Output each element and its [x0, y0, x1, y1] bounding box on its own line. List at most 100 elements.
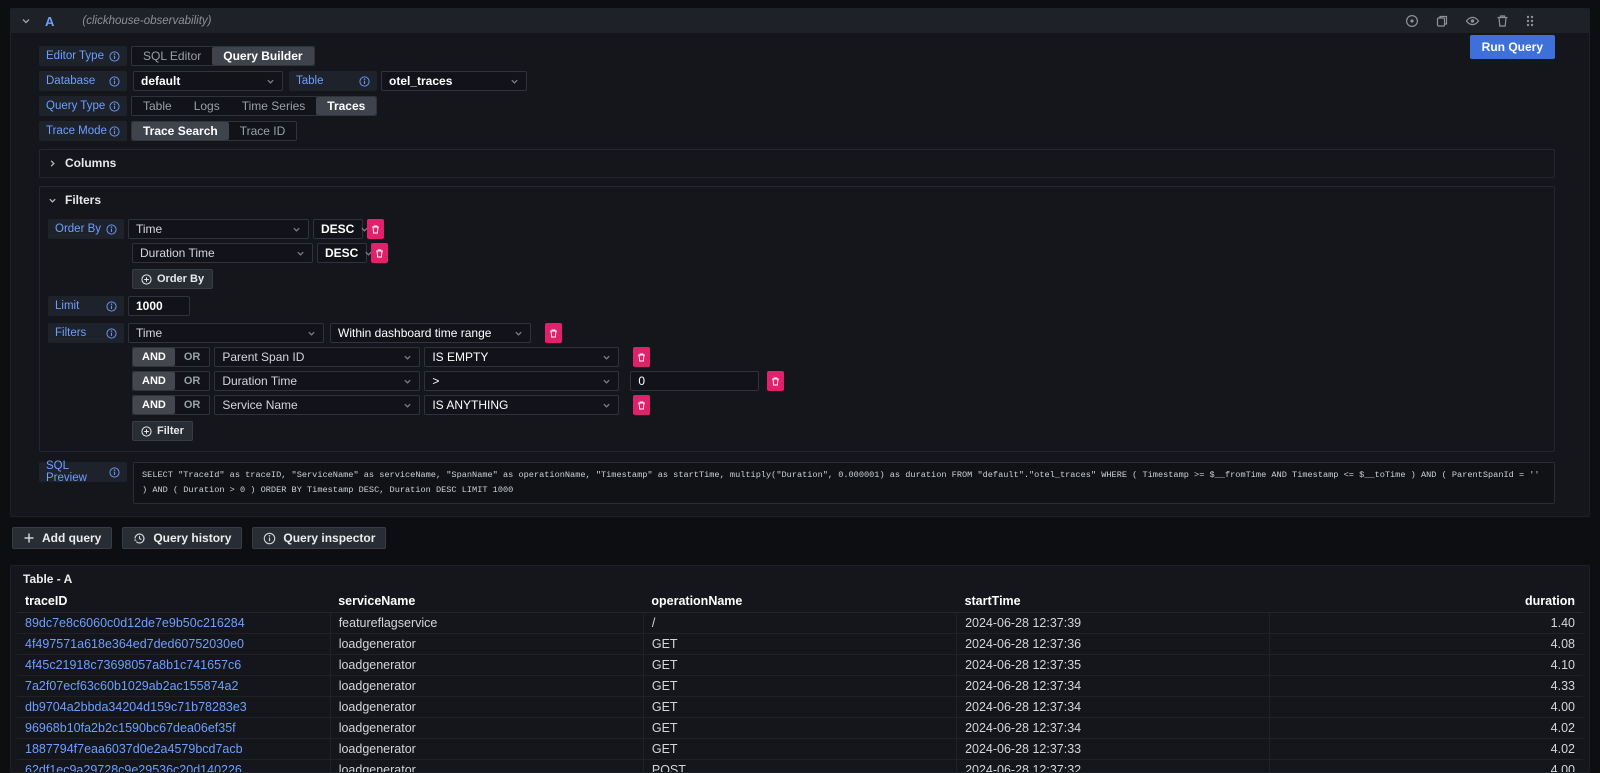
chevron-down-icon	[292, 225, 301, 234]
bool-and[interactable]: AND	[133, 372, 175, 390]
chevron-down-icon	[403, 377, 412, 386]
duration-cell: 1.40	[1270, 613, 1583, 634]
start-time-cell: 2024-06-28 12:37:36	[957, 634, 1270, 655]
filter-field-select[interactable]: Time	[128, 323, 324, 343]
table-panel-title[interactable]: Table - A	[11, 566, 1589, 592]
bool-or[interactable]: OR	[175, 372, 210, 390]
query-inspector-button[interactable]: Query inspector	[252, 527, 386, 549]
info-circle-icon[interactable]	[109, 51, 120, 62]
editor-type-sql-editor[interactable]: SQL Editor	[132, 47, 212, 65]
chevron-down-icon	[602, 377, 611, 386]
trace-id-link[interactable]: db9704a2bbda34204d159c71b78283e3	[17, 697, 330, 718]
operation-name-cell: /	[643, 613, 956, 634]
columns-section-header[interactable]: Columns	[48, 154, 1546, 172]
chevron-down-icon	[48, 196, 57, 205]
delete-filter-button[interactable]	[633, 347, 650, 367]
bool-or[interactable]: OR	[175, 396, 210, 414]
filter-operator-select[interactable]: Within dashboard time range	[330, 323, 531, 343]
order-by-row-1: Order By Time DESC	[48, 219, 1546, 239]
info-circle-icon[interactable]	[109, 126, 120, 137]
drag-handle-icon[interactable]	[1525, 14, 1535, 28]
column-header-starttime[interactable]: startTime	[957, 592, 1270, 613]
chevron-down-icon	[266, 77, 275, 86]
filter-operator-select[interactable]: IS EMPTY	[424, 347, 619, 367]
collapse-chevron-icon[interactable]	[21, 16, 31, 26]
editor-type-query-builder[interactable]: Query Builder	[212, 47, 313, 65]
trace-id-link[interactable]: 4f497571a618e364ed7ded60752030e0	[17, 634, 330, 655]
chevron-down-icon	[403, 401, 412, 410]
info-circle-icon[interactable]	[109, 101, 120, 112]
plus-icon	[23, 532, 35, 544]
info-circle-icon[interactable]	[106, 224, 117, 235]
trace-id-link[interactable]: 89dc7e8c6060c0d12de7e9b50c216284	[17, 613, 330, 634]
info-circle-icon[interactable]	[106, 301, 117, 312]
filter-value-input[interactable]	[630, 371, 759, 391]
add-order-by-row: Order By	[48, 269, 1546, 289]
order-by-field-select[interactable]: Time	[128, 219, 309, 239]
table-select[interactable]: otel_traces	[381, 71, 527, 91]
delete-filter-button[interactable]	[633, 395, 650, 415]
trace-mode-trace-id[interactable]: Trace ID	[229, 122, 297, 140]
trace-id-link[interactable]: 1887794f7eaa6037d0e2a4579bcd7acb	[17, 739, 330, 760]
column-header-operationname[interactable]: operationName	[643, 592, 956, 613]
column-header-servicename[interactable]: serviceName	[330, 592, 643, 613]
service-name-cell: featureflagservice	[330, 613, 643, 634]
start-time-cell: 2024-06-28 12:37:39	[957, 613, 1270, 634]
trace-id-link[interactable]: 62df1ec9a29728c9e29536c20d140226	[17, 760, 330, 772]
run-query-button[interactable]: Run Query	[1470, 35, 1555, 59]
add-query-button[interactable]: Add query	[12, 527, 112, 549]
duration-cell: 4.00	[1270, 697, 1583, 718]
query-type-table[interactable]: Table	[132, 97, 183, 115]
filter-field-select[interactable]: Service Name	[214, 395, 420, 415]
table-row: db9704a2bbda34204d159c71b78283e3 loadgen…	[17, 697, 1583, 718]
query-row-header[interactable]: A (clickhouse-observability)	[11, 9, 1589, 33]
filter-operator-select[interactable]: >	[424, 371, 619, 391]
operation-name-cell: GET	[643, 655, 956, 676]
database-select[interactable]: default	[133, 71, 283, 91]
info-circle-icon[interactable]	[109, 467, 120, 478]
copy-icon[interactable]	[1435, 14, 1449, 28]
trace-id-link[interactable]: 96968b10fa2b2c1590bc67dea06ef35f	[17, 718, 330, 739]
filter-field-select[interactable]: Duration Time	[214, 371, 420, 391]
delete-order-by-button[interactable]	[371, 243, 388, 263]
editor-type-toggle: SQL Editor Query Builder	[131, 46, 315, 66]
order-by-field-select[interactable]: Duration Time	[132, 243, 313, 263]
delete-filter-button[interactable]	[545, 323, 562, 343]
query-history-button[interactable]: Query history	[122, 527, 242, 549]
table-row: 7a2f07ecf63c60b1029ab2ac155874a2 loadgen…	[17, 676, 1583, 697]
info-circle-icon[interactable]	[109, 76, 120, 87]
history-icon	[133, 532, 146, 545]
order-by-direction-select[interactable]: DESC	[313, 219, 363, 239]
help-circle-icon[interactable]	[1405, 14, 1419, 28]
limit-input[interactable]	[128, 296, 190, 316]
trace-mode-trace-search[interactable]: Trace Search	[132, 122, 229, 140]
info-circle-icon[interactable]	[359, 76, 370, 87]
info-circle-icon[interactable]	[106, 328, 117, 339]
query-type-time-series[interactable]: Time Series	[231, 97, 317, 115]
add-filter-button[interactable]: Filter	[132, 421, 193, 441]
trace-id-link[interactable]: 7a2f07ecf63c60b1029ab2ac155874a2	[17, 676, 330, 697]
query-type-traces[interactable]: Traces	[316, 97, 376, 115]
bool-and[interactable]: AND	[133, 396, 175, 414]
query-type-logs[interactable]: Logs	[183, 97, 231, 115]
filter-operator-select[interactable]: IS ANYTHING	[424, 395, 619, 415]
service-name-cell: loadgenerator	[330, 634, 643, 655]
table-row: 4f497571a618e364ed7ded60752030e0 loadgen…	[17, 634, 1583, 655]
bool-and[interactable]: AND	[133, 348, 175, 366]
start-time-cell: 2024-06-28 12:37:32	[957, 760, 1270, 772]
trace-id-link[interactable]: 4f45c21918c73698057a8b1c741657c6	[17, 655, 330, 676]
delete-order-by-button[interactable]	[367, 219, 384, 239]
start-time-cell: 2024-06-28 12:37:33	[957, 739, 1270, 760]
duration-cell: 4.33	[1270, 676, 1583, 697]
delete-filter-button[interactable]	[767, 371, 784, 391]
order-by-direction-select[interactable]: DESC	[317, 243, 367, 263]
trash-icon[interactable]	[1496, 14, 1509, 28]
column-header-duration[interactable]: duration	[1270, 592, 1583, 613]
filters-section-header[interactable]: Filters	[48, 191, 1546, 209]
column-header-traceid[interactable]: traceID	[17, 592, 330, 613]
filter-field-select[interactable]: Parent Span ID	[214, 347, 420, 367]
table-wrapper[interactable]: traceID serviceName operationName startT…	[11, 592, 1589, 772]
add-order-by-button[interactable]: Order By	[132, 269, 213, 289]
eye-icon[interactable]	[1465, 14, 1480, 28]
bool-or[interactable]: OR	[175, 348, 210, 366]
